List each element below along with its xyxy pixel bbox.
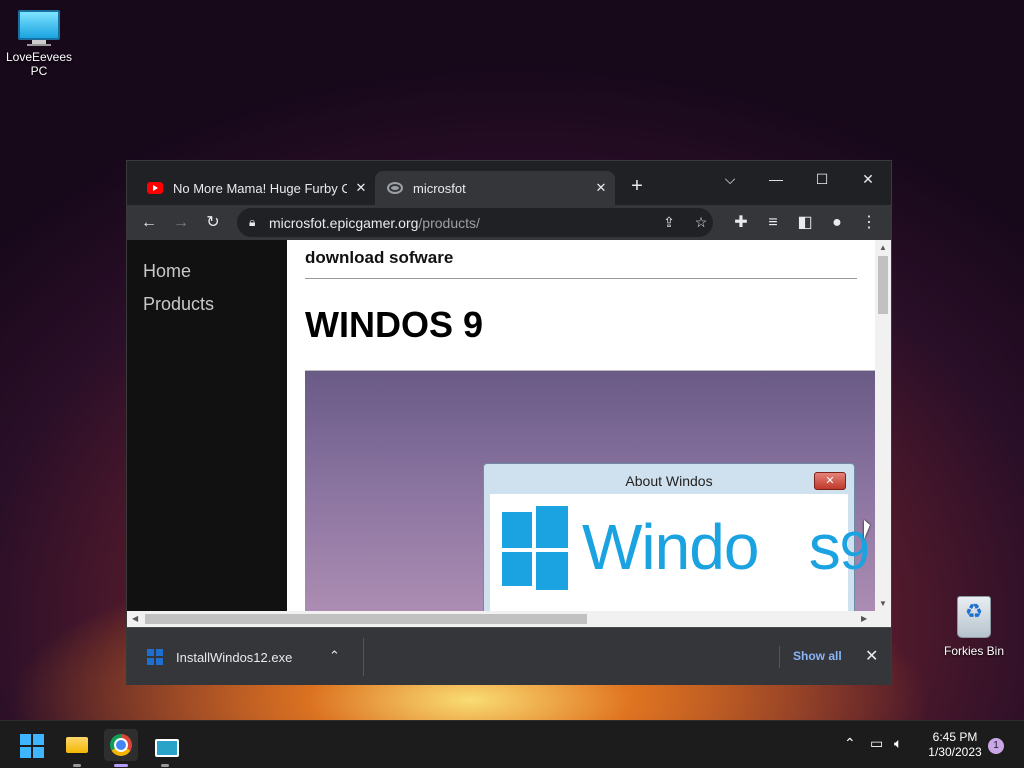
browser-window: No More Mama! Huge Furby Co ✕ microsfot … [126, 160, 892, 685]
scroll-left-arrow-icon[interactable]: ◀ [132, 614, 138, 623]
lock-icon[interactable]: 🔒︎ [249, 215, 255, 230]
side-navigation: Home Products [127, 240, 287, 627]
show-all-button[interactable]: Show all [793, 649, 842, 663]
clock[interactable]: 6:45 PM 1/30/2023 [922, 730, 988, 760]
scroll-right-arrow-icon[interactable]: ▶ [861, 614, 867, 623]
close-download-bar-icon[interactable]: ✕ [865, 646, 878, 666]
media-playlist-icon[interactable]: ≡ [761, 211, 785, 235]
scroll-down-arrow-icon[interactable]: ▼ [879, 599, 887, 608]
forward-arrow-icon[interactable]: → [169, 211, 193, 235]
start-button[interactable] [15, 729, 49, 761]
divider [305, 278, 857, 279]
tab-strip: No More Mama! Huge Furby Co ✕ microsfot … [127, 161, 891, 205]
minimize-button[interactable]: — [753, 165, 799, 193]
taskbar: ⌃ ▭ 🔈︎ 6:45 PM 1/30/2023 1 [0, 720, 1024, 768]
tab-search-chevron-icon[interactable]: ⌵ [707, 165, 753, 193]
page-viewport: Home Products download sofware WINDOS 9 … [127, 240, 891, 627]
page-title: WINDOS 9 [305, 304, 484, 345]
brand-logo-text: Windo s9 [582, 510, 870, 584]
desktop-icon-recycle-bin[interactable]: Forkies Bin [936, 596, 1012, 658]
close-tab-icon[interactable]: ✕ [347, 180, 375, 196]
clock-date: 1/30/2023 [928, 745, 982, 759]
mouse-cursor-icon [864, 520, 870, 539]
scroll-up-arrow-icon[interactable]: ▲ [879, 243, 887, 252]
share-icon[interactable]: ⇪ [659, 212, 679, 232]
dialog-title: About Windos [625, 473, 713, 489]
extensions-puzzle-icon[interactable]: ✚ [729, 211, 753, 235]
desktop-icon-label: LoveEevees PC [5, 50, 73, 78]
windows-logo-icon [502, 506, 568, 590]
vertical-scrollbar[interactable]: ▲ ▼ [875, 240, 891, 611]
globe-icon [387, 182, 403, 194]
file-explorer-icon[interactable] [60, 729, 94, 767]
download-filename[interactable]: InstallWindos12.exe [176, 650, 292, 665]
volume-icon[interactable]: 🔈︎ [894, 735, 902, 752]
back-arrow-icon[interactable]: ← [137, 211, 161, 235]
product-screenshot: About Windos ✕ Windo s9 [305, 370, 875, 627]
youtube-icon [147, 182, 163, 194]
brand-text: Windo s [582, 511, 841, 583]
tab-title: microsfot [413, 180, 466, 196]
chrome-icon[interactable] [104, 729, 138, 767]
dialog-close-icon: ✕ [814, 472, 846, 490]
clock-time: 6:45 PM [932, 730, 978, 744]
nav-link-home[interactable]: Home [127, 261, 191, 282]
side-panel-icon[interactable]: ◧ [793, 211, 817, 235]
about-dialog: About Windos ✕ Windo s9 [483, 463, 870, 623]
divider [779, 646, 780, 668]
download-bar: InstallWindos12.exe ⌃ Show all ✕ [127, 627, 891, 685]
maximize-button[interactable]: ☐ [799, 165, 845, 193]
recycle-bin-icon [957, 596, 991, 638]
reload-icon[interactable]: ↻ [201, 211, 225, 235]
notification-badge[interactable]: 1 [988, 738, 1004, 754]
bookmark-star-icon[interactable]: ☆ [691, 212, 711, 232]
url-host: microsfot.epicgamer.org [269, 215, 419, 231]
section-subtitle: download sofware [305, 248, 454, 267]
screen-app-icon[interactable] [148, 729, 182, 767]
address-bar[interactable]: 🔒︎ microsfot.epicgamer.org/products/ ⇪ ☆ [237, 208, 713, 237]
divider [363, 638, 364, 676]
show-hidden-icons-chevron-icon[interactable]: ⌃ [844, 735, 856, 752]
chevron-up-icon[interactable]: ⌃ [329, 648, 340, 664]
vertical-scroll-thumb[interactable] [878, 256, 888, 314]
main-content: download sofware WINDOS 9 About Windos ✕… [287, 240, 875, 627]
dialog-body: Windo s9 [490, 494, 870, 622]
close-tab-icon[interactable]: ✕ [587, 180, 615, 196]
tab-microsfot[interactable]: microsfot ✕ [375, 171, 615, 205]
menu-dots-icon[interactable]: ⋮ [857, 211, 881, 235]
tab-title: No More Mama! Huge Furby Co [173, 180, 347, 196]
desktop-icon-this-pc[interactable]: LoveEevees PC [1, 10, 77, 78]
close-window-button[interactable]: ✕ [845, 165, 891, 193]
new-tab-button[interactable]: + [625, 175, 649, 198]
browser-toolbar: ← → ↻ 🔒︎ microsfot.epicgamer.org/product… [127, 205, 891, 240]
monitor-icon [18, 10, 60, 46]
installer-file-icon [147, 649, 163, 665]
url-path: /products/ [418, 215, 480, 231]
profile-avatar-icon[interactable]: ● [825, 211, 849, 235]
address-url[interactable]: microsfot.epicgamer.org/products/ [269, 215, 480, 231]
tab-youtube[interactable]: No More Mama! Huge Furby Co ✕ [135, 171, 375, 205]
nav-link-products[interactable]: Products [127, 294, 214, 315]
horizontal-scroll-thumb[interactable] [145, 614, 587, 624]
desktop-icon-label: Forkies Bin [943, 644, 1005, 658]
network-icon[interactable]: ▭ [870, 735, 883, 752]
horizontal-scrollbar[interactable]: ◀ ▶ [127, 611, 891, 627]
